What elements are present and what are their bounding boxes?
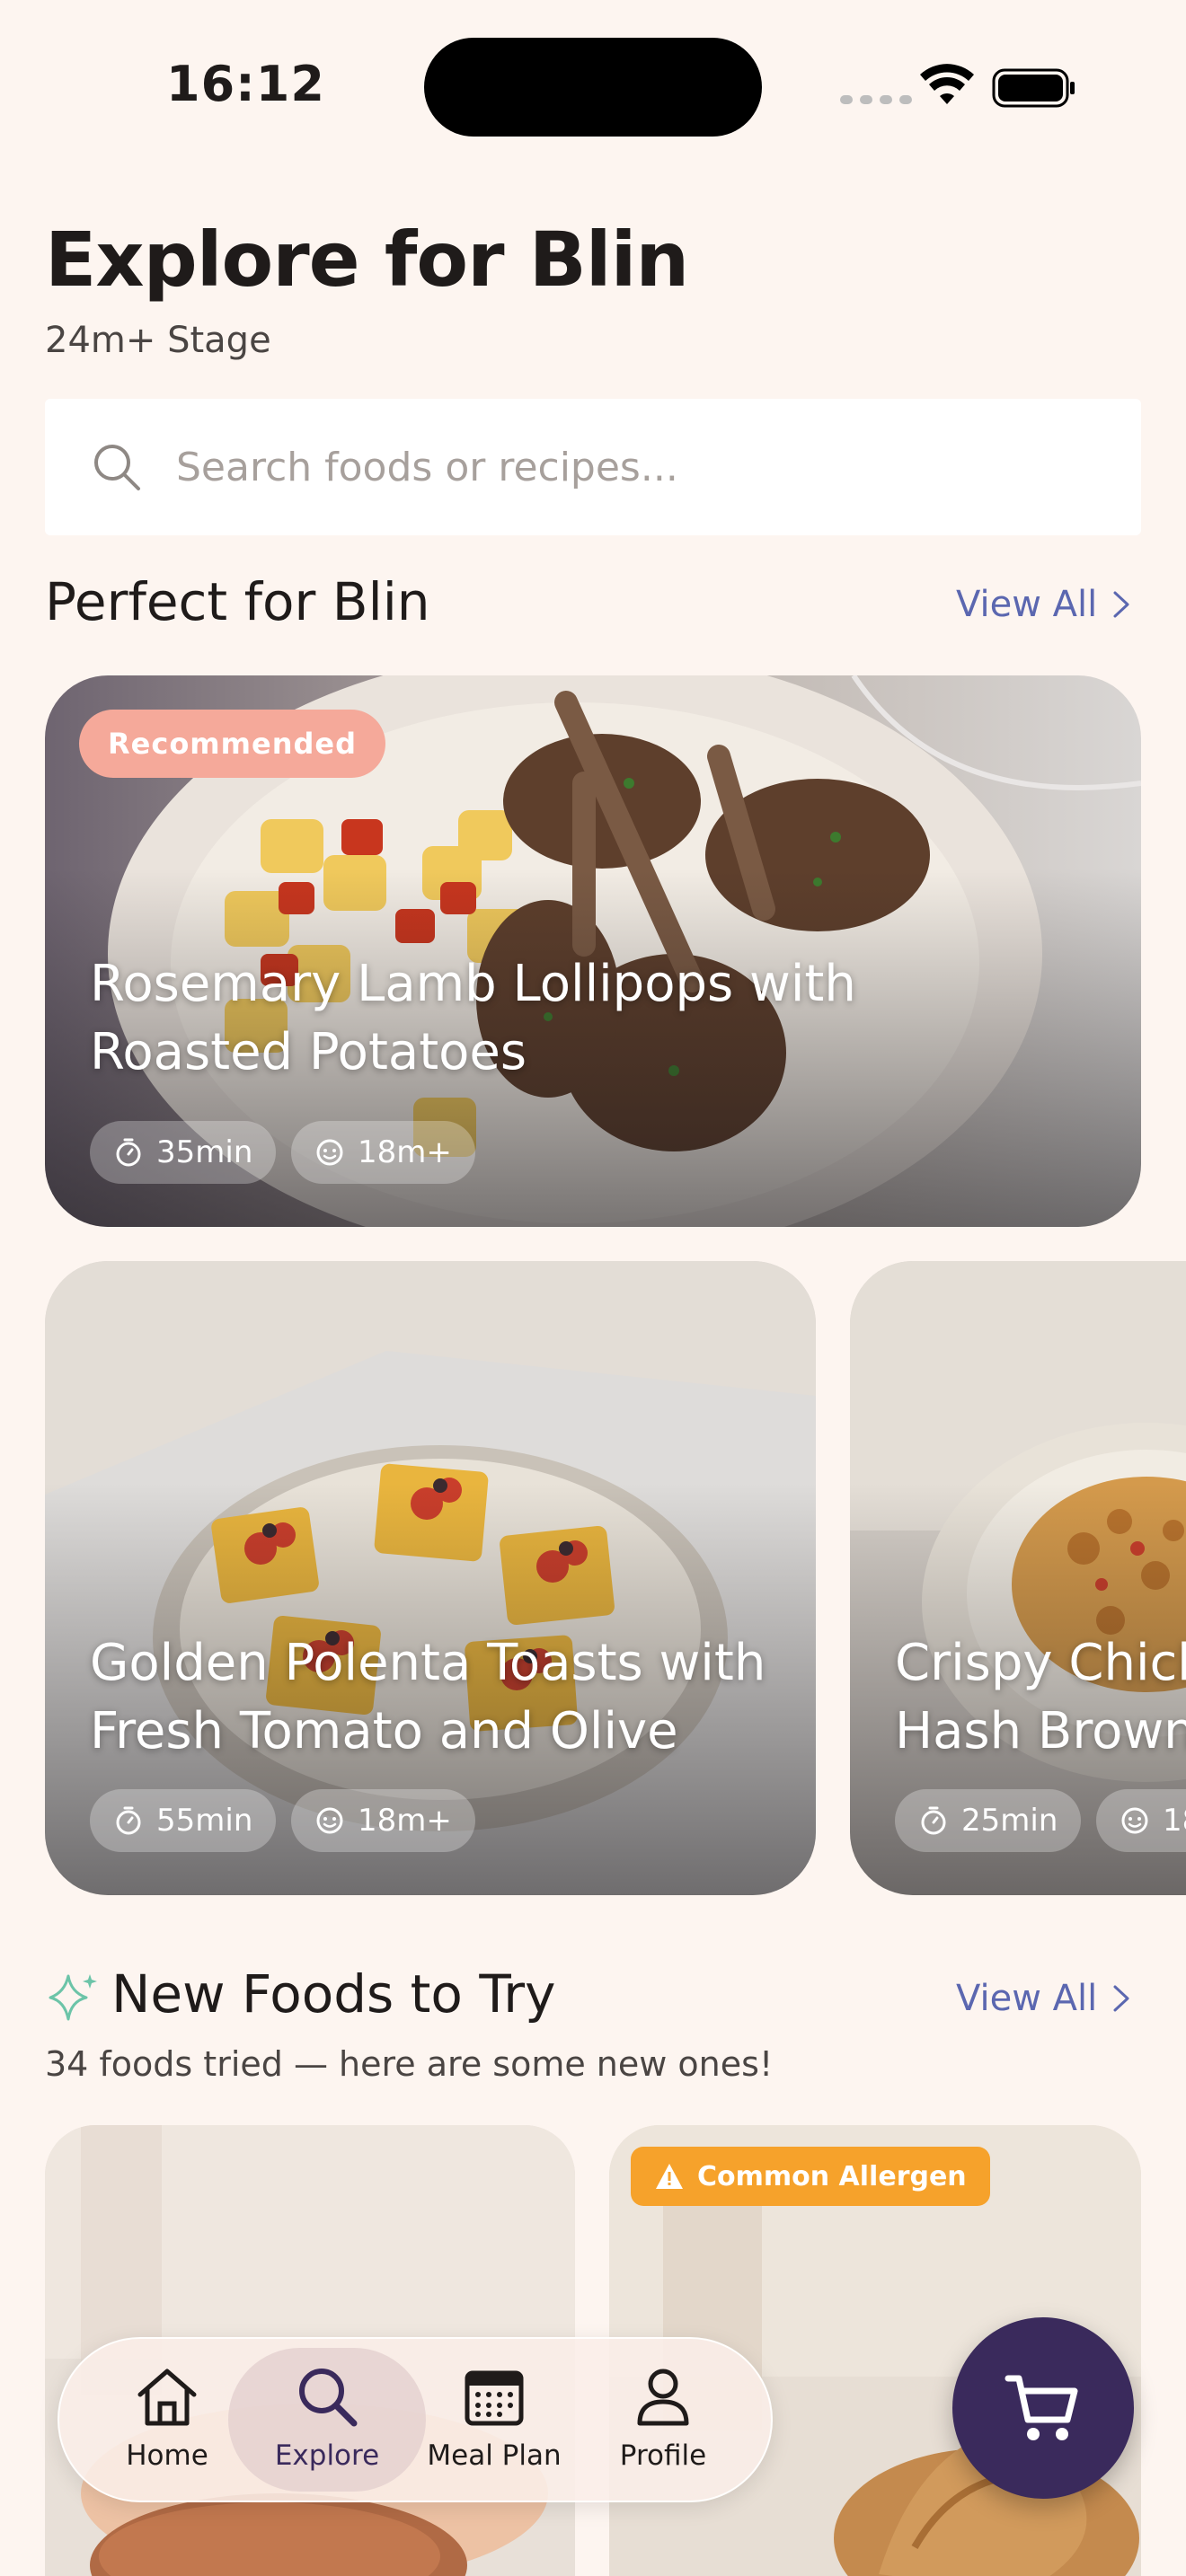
allergen-badge: Common Allergen — [631, 2147, 990, 2206]
status-time: 16:12 — [166, 56, 325, 112]
age-pill: 18 — [1096, 1789, 1186, 1852]
nav-item-home[interactable]: Home — [86, 2362, 248, 2488]
search-icon — [299, 2369, 358, 2427]
recipe-title: Crispy Chicke Hash Brown — [895, 1634, 1186, 1760]
wifi-icon — [920, 64, 974, 104]
calendar-icon — [465, 2370, 524, 2426]
time-pill: 25min — [895, 1789, 1082, 1852]
cellular-signal-icon — [840, 95, 912, 104]
featured-recipe-card[interactable]: Recommended Rosemary Lamb Lollipops with… — [45, 675, 1141, 1227]
baby-face-icon — [1121, 1807, 1148, 1834]
view-all-label: View All — [956, 584, 1098, 625]
age-pill: 18m+ — [291, 1121, 475, 1184]
nav-item-profile[interactable]: Profile — [582, 2362, 744, 2488]
chevron-right-icon — [1113, 591, 1129, 618]
view-all-perfect-link[interactable]: View All — [956, 584, 1133, 625]
time-pill: 55min — [90, 1789, 277, 1852]
time-pill: 35min — [90, 1121, 277, 1184]
page-title: Explore for Blin — [45, 216, 689, 304]
recipe-card[interactable]: Crispy Chicke Hash Brown 25min 18 — [850, 1261, 1186, 1895]
search-icon — [94, 445, 140, 490]
section-title-perfect: Perfect for Blin — [45, 571, 430, 632]
section-title-new-foods: New Foods to Try — [111, 1963, 556, 2025]
battery-icon — [992, 68, 1075, 108]
recipe-title: Golden Polenta Toasts with Fresh Tomato … — [90, 1634, 766, 1760]
recommended-badge: Recommended — [79, 710, 385, 778]
search-input[interactable] — [176, 435, 1075, 499]
nav-item-explore[interactable]: Explore — [246, 2362, 408, 2488]
sparkle-icon — [49, 1974, 97, 2021]
recipe-card[interactable]: Golden Polenta Toasts with Fresh Tomato … — [45, 1261, 816, 1895]
dynamic-island — [424, 38, 762, 137]
person-icon — [637, 2369, 689, 2426]
stage-label: 24m+ Stage — [45, 320, 271, 361]
warning-icon — [656, 2164, 683, 2189]
timer-icon — [116, 1806, 141, 1835]
nav-item-meal-plan[interactable]: Meal Plan — [413, 2362, 575, 2488]
chevron-right-icon — [1113, 1985, 1129, 2012]
age-pill: 18m+ — [291, 1789, 475, 1852]
recipe-title: Rosemary Lamb Lollipops with Roasted Pot… — [90, 955, 856, 1081]
timer-icon — [921, 1806, 946, 1835]
home-icon — [137, 2369, 197, 2426]
cart-button[interactable] — [952, 2317, 1134, 2499]
cart-icon — [1005, 2375, 1078, 2440]
baby-face-icon — [316, 1807, 343, 1834]
foods-tried-caption: 34 foods tried — here are some new ones! — [45, 2044, 774, 2084]
timer-icon — [116, 1138, 141, 1167]
baby-face-icon — [316, 1139, 343, 1166]
view-all-new-foods-link[interactable]: View All — [956, 1978, 1133, 2019]
view-all-label: View All — [956, 1978, 1098, 2019]
